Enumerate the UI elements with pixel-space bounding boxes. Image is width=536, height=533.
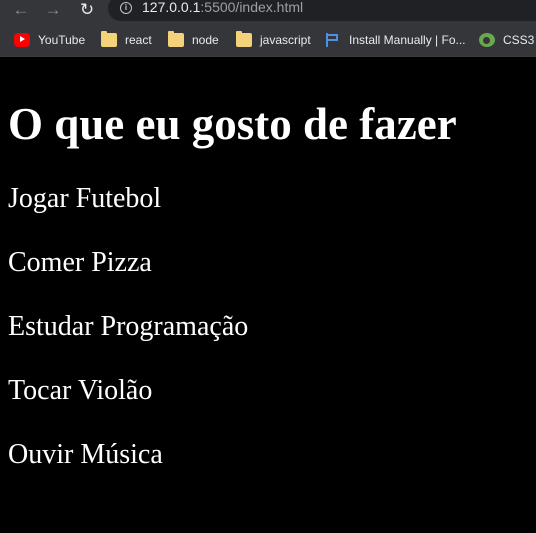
address-bar[interactable]: i 127.0.0.1:5500/index.html <box>108 0 536 21</box>
flag-icon <box>325 33 341 47</box>
bookmark-javascript[interactable]: javascript <box>236 31 311 49</box>
youtube-icon <box>14 33 30 47</box>
page-title: O que eu gosto de fazer <box>8 99 457 149</box>
url-text[interactable]: 127.0.0.1:5500/index.html <box>142 0 303 15</box>
bookmark-install-manually[interactable]: Install Manually | Fo... <box>325 31 466 49</box>
list-item: Comer Pizza <box>8 247 152 278</box>
bookmark-label: react <box>125 33 152 47</box>
bookmark-react[interactable]: react <box>101 31 152 49</box>
bookmark-label: Install Manually | Fo... <box>349 33 466 47</box>
bookmark-css3[interactable]: CSS3 F <box>479 31 536 49</box>
list-item: Jogar Futebol <box>8 183 162 214</box>
bookmark-node[interactable]: node <box>168 31 219 49</box>
bookmark-label: CSS3 F <box>503 33 536 47</box>
bookmark-label: javascript <box>260 33 311 47</box>
page-content: O que eu gosto de fazer Jogar Futebol Co… <box>0 57 536 533</box>
folder-icon <box>168 31 184 47</box>
bookmarks-bar: YouTube react node javascript Install Ma… <box>0 24 536 57</box>
back-arrow-icon[interactable]: ← <box>10 0 32 18</box>
reload-icon[interactable]: ↻ <box>76 0 98 18</box>
forward-arrow-icon[interactable]: → <box>42 0 64 18</box>
list-item: Ouvir Música <box>8 439 163 470</box>
site-info-icon[interactable]: i <box>120 2 132 14</box>
list-item: Estudar Programação <box>8 311 249 342</box>
list-item: Tocar Violão <box>8 375 153 406</box>
css3-icon <box>479 33 495 47</box>
bookmark-youtube[interactable]: YouTube <box>14 31 85 49</box>
browser-chrome: ← → ↻ i 127.0.0.1:5500/index.html YouTub… <box>0 0 536 57</box>
url-host: 127.0.0.1 <box>142 0 201 15</box>
bookmark-label: YouTube <box>38 33 86 47</box>
bookmark-label: node <box>192 33 219 47</box>
browser-toolbar: ← → ↻ i 127.0.0.1:5500/index.html <box>0 0 536 21</box>
folder-icon <box>101 31 117 47</box>
folder-icon <box>236 31 252 47</box>
url-path: :5500/index.html <box>200 0 304 15</box>
